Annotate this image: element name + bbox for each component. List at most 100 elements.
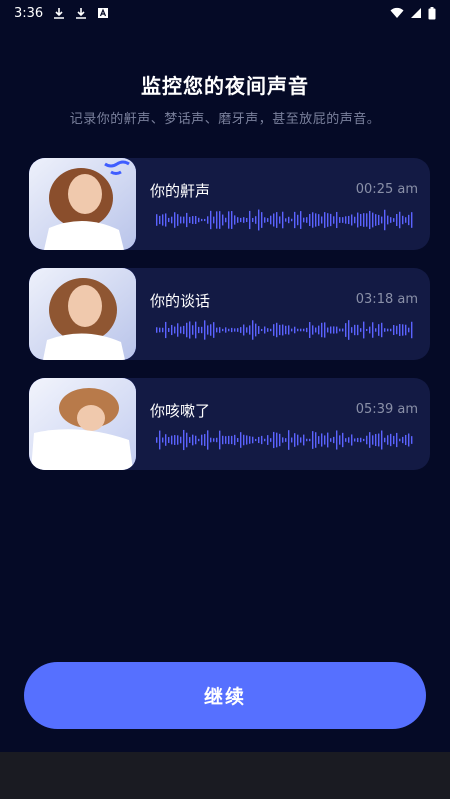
waveform-bar [330,213,332,227]
waveform-bar [285,438,287,442]
waveform-bar [348,215,350,225]
waveform-bar [390,433,392,447]
waveform-bar [384,209,386,231]
waveform-bar [219,430,221,450]
waveform-bar [315,327,317,333]
waveform-bar [369,326,371,334]
card-label: 你的鼾声 [150,182,211,200]
waveform-bar [360,213,362,227]
waveform-bar [282,324,284,336]
waveform-bar [246,435,248,445]
waveform-bar [354,438,356,442]
waveform-bar [156,327,158,333]
waveform-bar [267,328,269,332]
waveform-bar [231,327,233,333]
waveform-bar [402,324,404,336]
waveform-bar [219,327,221,333]
waveform-bar [327,213,329,227]
waveform-bar [252,436,254,444]
waveform-bar [276,212,278,228]
waveform-bar [246,327,248,333]
waveform-bar [300,328,302,332]
waveform-bar [279,324,281,336]
waveform-bar [411,436,413,444]
waveform-bar [222,435,224,445]
waveform-bar [309,438,311,442]
waveform-bar [297,434,299,446]
waveform-bar [315,432,317,448]
waveform-bar [315,213,317,227]
waveform-bar [357,212,359,228]
battery-icon [428,6,436,19]
waveform-bar [411,212,413,228]
waveform-bar [372,435,374,445]
waveform-bar [348,320,350,340]
waveform-bar [213,438,215,442]
waveform-bar [237,438,239,442]
waveform-bar [261,435,263,445]
sound-record-card[interactable]: 你的谈话 03:18 am [29,268,430,360]
waveform-bar [216,437,218,443]
navigation-bar [0,752,450,799]
waveform-bar [327,432,329,448]
waveform-bar [363,321,365,339]
waveform-bar [225,436,227,444]
waveform-bar [180,436,182,444]
waveform-bar [222,214,224,226]
waveform-bar [225,327,227,333]
waveform-bar [219,211,221,229]
waveform-bar [312,325,314,335]
waveform-bar [165,213,167,227]
waveform-bar [264,326,266,334]
waveform-bar [168,328,170,332]
sound-record-card[interactable]: 你的鼾声 00:25 am [29,158,430,250]
waveform-bar [282,437,284,443]
waveform-bar [357,437,359,443]
waveform-bar [198,217,200,223]
waveform-bar [351,214,353,226]
waveform-bar [366,328,368,332]
waveform-bar [192,325,194,335]
waveform-bar [228,435,230,445]
waveform-bar [225,217,227,223]
waveform-bar [255,216,257,224]
waveform-bar [363,213,365,227]
waveform-bar [303,434,305,446]
waveform-bar [402,215,404,225]
waveform-bar [288,216,290,224]
waveform-bar [336,326,338,334]
waveform-bar [198,326,200,334]
status-time: 3:36 [14,5,44,21]
waveform-bar [222,328,224,332]
waveform-bar [201,434,203,446]
waveform-bar [342,328,344,332]
waveform-bar [336,430,338,450]
sound-record-card[interactable]: 你咳嗽了 05:39 am [29,378,430,470]
continue-button[interactable]: 继续 [24,662,426,729]
waveform-bar [381,430,383,450]
waveform-bar [174,212,176,228]
waveform-bar [348,437,350,443]
waveform-bar [264,438,266,442]
waveform-bar [369,210,371,230]
waveform-bar [324,322,326,338]
waveform-bar [273,324,275,336]
status-left: 3:36 [14,6,109,21]
waveform-bar [180,216,182,224]
waveform-bar [324,212,326,228]
waveform-bar [375,214,377,226]
waveform-bar [378,433,380,447]
waveform-bar [291,437,293,443]
waveform-bar [171,324,173,336]
waveform-bar [189,437,191,443]
download-icon [54,8,65,19]
waveform-bar [291,328,293,332]
download-icon [76,8,87,19]
waveform-bar [357,324,359,336]
waveform-bar [234,215,236,225]
waveform-bar [309,322,311,338]
waveform-bar [240,327,242,333]
waveform-bar [306,438,308,442]
waveform-bar [231,435,233,445]
waveform [156,209,413,231]
